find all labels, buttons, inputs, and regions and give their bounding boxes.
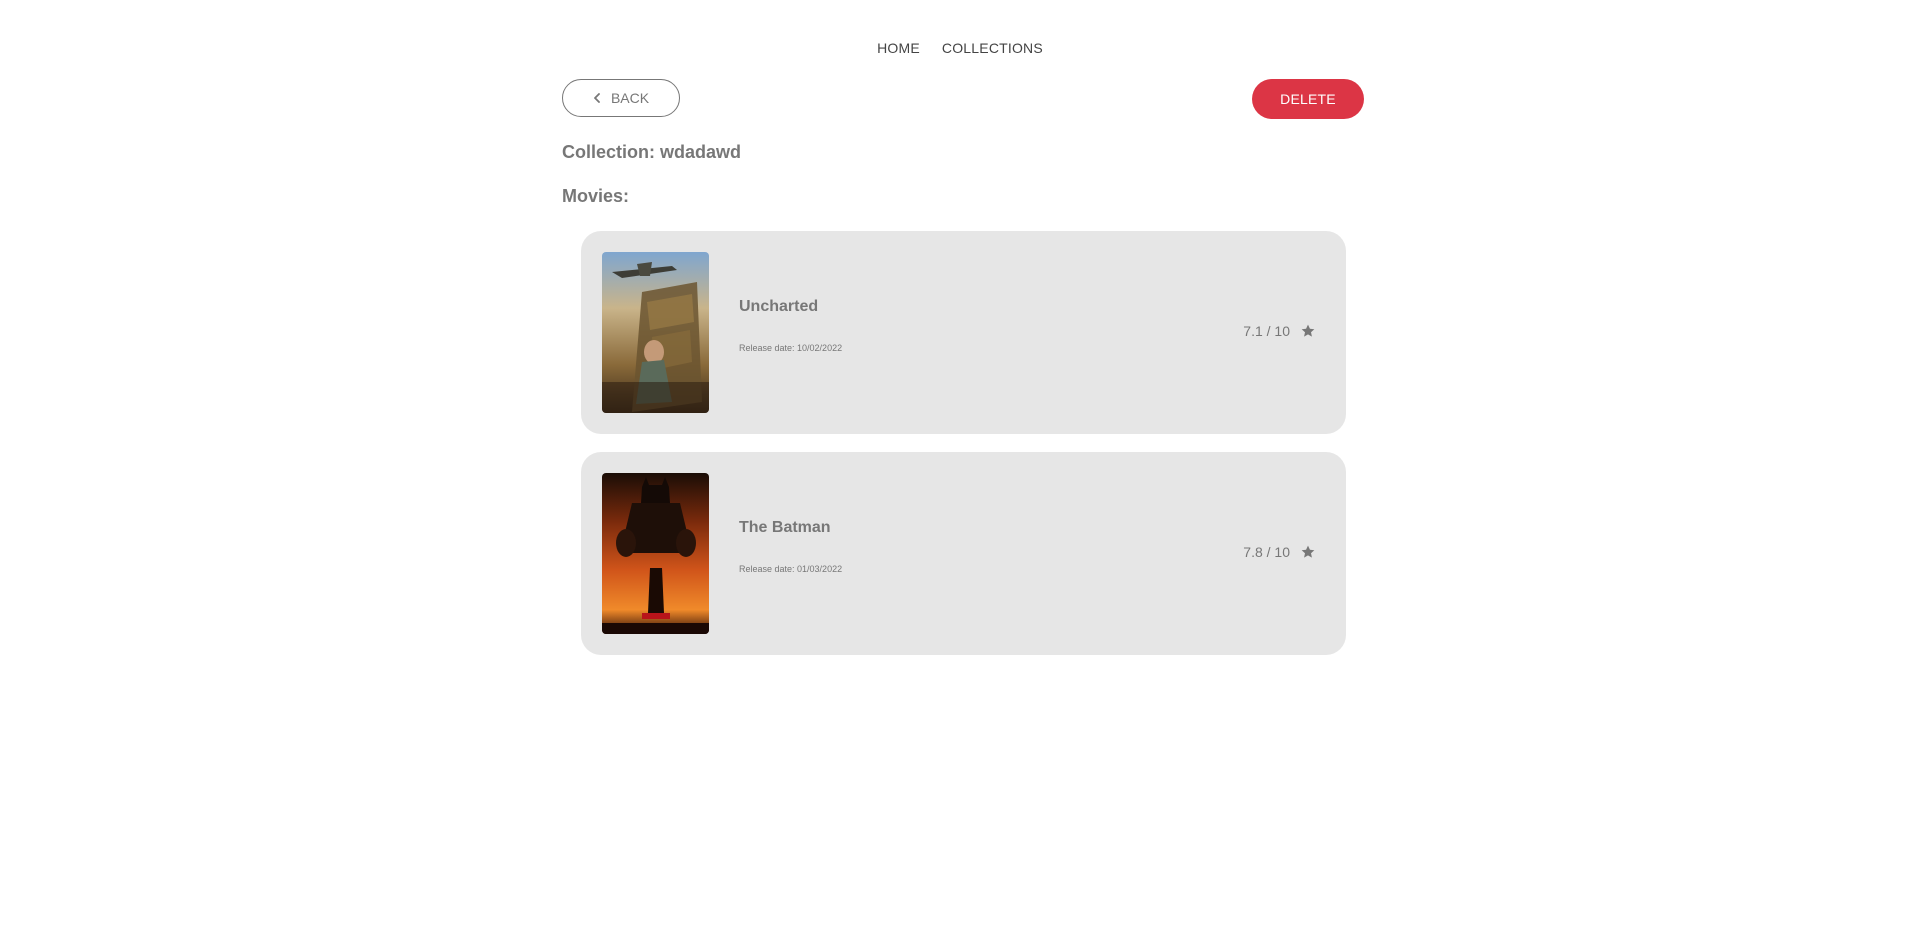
movie-rating: 7.8 / 10 <box>1243 544 1316 560</box>
movie-card-uncharted[interactable]: Uncharted Release date: 10/02/2022 7.1 /… <box>581 231 1346 434</box>
delete-button-label: DELETE <box>1280 91 1336 107</box>
movie-poster-the-batman[interactable] <box>602 473 709 634</box>
movie-rating-value: 7.8 / 10 <box>1243 544 1290 560</box>
nav-collections-link[interactable]: COLLECTIONS <box>940 38 1045 58</box>
movie-title: Uncharted <box>739 298 819 315</box>
movie-rating-value: 7.1 / 10 <box>1243 323 1290 339</box>
collection-title: Collection: wdadawd <box>562 142 742 162</box>
star-icon <box>1300 323 1316 339</box>
movies-heading: Movies: <box>562 186 630 206</box>
top-nav: HOME COLLECTIONS <box>0 38 1920 58</box>
movie-rating: 7.1 / 10 <box>1243 323 1316 339</box>
movie-card-the-batman[interactable]: The Batman Release date: 01/03/2022 7.8 … <box>581 452 1346 655</box>
back-button-label: BACK <box>610 90 650 106</box>
nav-home-link[interactable]: HOME <box>875 38 922 58</box>
back-button[interactable]: BACK <box>562 79 680 117</box>
delete-button[interactable]: DELETE <box>1252 79 1364 119</box>
movie-poster-uncharted[interactable] <box>602 252 709 413</box>
movie-release-date: Release date: 01/03/2022 <box>739 564 843 574</box>
movie-title: The Batman <box>739 519 831 536</box>
movie-release-date: Release date: 10/02/2022 <box>739 343 843 353</box>
chevron-left-icon <box>593 93 601 103</box>
movie-list: Uncharted Release date: 10/02/2022 7.1 /… <box>581 231 1346 673</box>
star-icon <box>1300 544 1316 560</box>
